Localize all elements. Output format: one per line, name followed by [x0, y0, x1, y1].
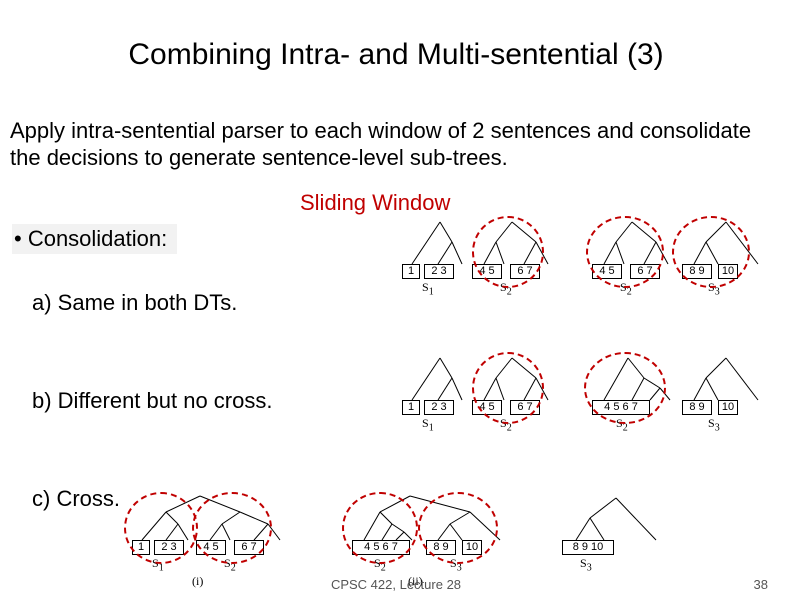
red-circle [584, 352, 666, 424]
red-circle [342, 492, 418, 564]
item-c: c) Cross. [32, 486, 120, 512]
leaf: 8 9 [682, 400, 712, 415]
red-circle [124, 492, 198, 564]
diagram-row-a: 1 2 3 4 5 6 7 S1 S2 [400, 218, 780, 310]
footer-right: 38 [754, 577, 768, 592]
red-circle [672, 216, 750, 288]
red-circle [192, 492, 272, 564]
s-label: S1 [422, 280, 434, 297]
leaf: 8 9 10 [562, 540, 614, 555]
red-circle [472, 216, 544, 288]
slide-title: Combining Intra- and Multi-sentential (3… [0, 38, 792, 72]
leaf: 10 [718, 400, 738, 415]
diagram-row-b: 1 2 3 4 5 6 7 S1 S2 [400, 354, 780, 446]
sliding-window-label: Sliding Window [300, 190, 450, 216]
leaf: 2 3 [424, 264, 454, 279]
item-a: a) Same in both DTs. [32, 290, 237, 316]
tree-c-right: 8 9 10 S3 [560, 494, 690, 554]
body-text: Apply intra-sentential parser to each wi… [10, 118, 780, 172]
s-label: S3 [708, 416, 720, 433]
leaf: 1 [402, 400, 420, 415]
footer-center: CPSC 422, Lecture 28 [0, 577, 792, 592]
s-label: S1 [422, 416, 434, 433]
consolidation-bullet: • Consolidation: [12, 224, 177, 254]
red-circle [586, 216, 664, 288]
red-circle [418, 492, 498, 564]
leaf: 2 3 [424, 400, 454, 415]
red-circle [472, 352, 544, 424]
leaf: 1 [402, 264, 420, 279]
item-b: b) Different but no cross. [32, 388, 273, 414]
s-label: S3 [580, 556, 592, 573]
